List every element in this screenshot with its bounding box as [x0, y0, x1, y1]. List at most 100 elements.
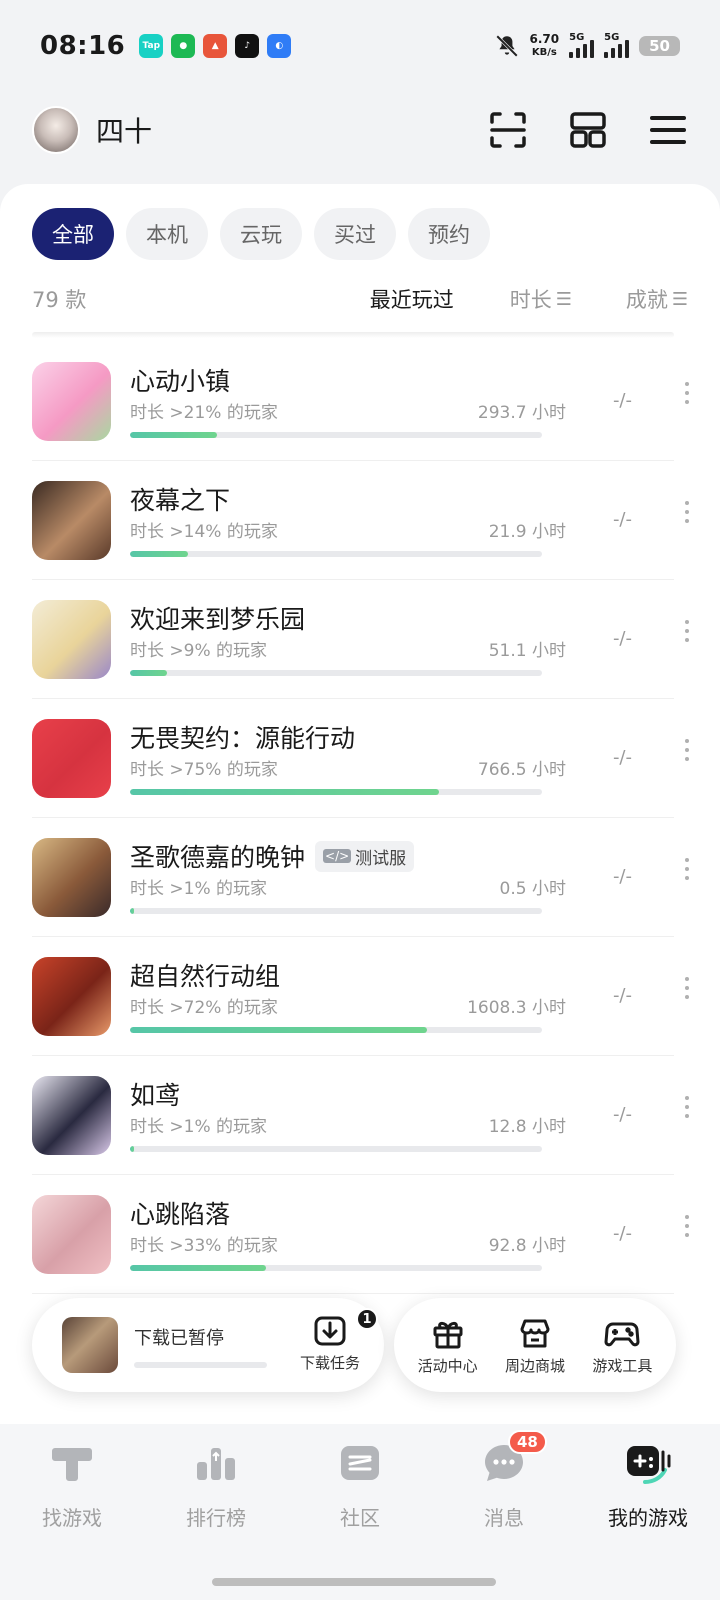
game-icon[interactable] — [32, 1195, 111, 1274]
divider — [32, 332, 674, 338]
game-achievement: -/- — [612, 747, 632, 768]
tiktok-icon: ♪ — [235, 34, 260, 58]
game-row[interactable]: 圣歌德嘉的晚钟 </> 测试服 时长 >1% 的玩家 0.5 小时 -/- — [32, 818, 689, 937]
ranking-icon — [197, 1448, 235, 1480]
game-name: 心跳陷落 — [130, 1200, 231, 1229]
download-icon — [314, 1316, 346, 1346]
game-row[interactable]: 如鸢 时长 >1% 的玩家 12.8 小时 -/- — [32, 1056, 689, 1175]
game-icon[interactable] — [32, 719, 111, 798]
discover-icon — [52, 1448, 92, 1481]
game-progress-fill — [130, 1146, 135, 1152]
battery-indicator: 50 — [639, 36, 680, 56]
nav-ranking[interactable]: 排行榜 — [144, 1424, 288, 1600]
game-percentile: 时长 >9% 的玩家 — [130, 641, 268, 661]
game-progress-fill — [130, 432, 217, 438]
more-options-icon[interactable] — [682, 739, 692, 761]
game-achievement: -/- — [612, 390, 632, 411]
game-name: 无畏契约：源能行动 — [130, 724, 356, 753]
scan-icon[interactable] — [488, 110, 528, 150]
game-progress-fill — [130, 789, 439, 795]
status-app-icons: Tap ● ▲ ♪ ◐ — [139, 34, 292, 58]
code-icon: </> — [323, 849, 352, 863]
game-name-line: 心跳陷落 — [130, 1195, 230, 1231]
game-percentile: 时长 >33% 的玩家 — [130, 1236, 278, 1256]
game-icon[interactable] — [32, 600, 111, 679]
game-hours: 92.8 小时 — [488, 1236, 566, 1256]
game-row[interactable]: 心动小镇 时长 >21% 的玩家 293.7 小时 -/- — [32, 342, 689, 461]
sort-achievement[interactable]: 成就 ☰ — [626, 284, 688, 314]
game-name: 超自然行动组 — [130, 962, 281, 991]
game-name-line: 夜幕之下 — [130, 481, 230, 517]
game-name-line: 如鸢 — [130, 1076, 180, 1112]
gift-icon — [433, 1321, 463, 1348]
more-options-icon[interactable] — [682, 1215, 692, 1237]
signal-icon-2: 5G — [604, 32, 630, 58]
nav-messages[interactable]: 48 消息 — [432, 1424, 576, 1600]
nav-my-games[interactable]: 我的游戏 — [576, 1424, 720, 1600]
game-progress-fill — [130, 1265, 266, 1271]
game-hours: 1608.3 小时 — [467, 998, 566, 1018]
avatar[interactable] — [32, 106, 80, 154]
filter-purchased[interactable]: 买过 — [314, 208, 396, 260]
more-options-icon[interactable] — [682, 1096, 692, 1118]
game-icon[interactable] — [32, 957, 111, 1036]
game-count: 79 款 — [32, 288, 87, 312]
game-hours: 12.8 小时 — [488, 1117, 566, 1137]
game-row[interactable]: 欢迎来到梦乐园 时长 >9% 的玩家 51.1 小时 -/- — [32, 580, 689, 699]
game-percentile: 时长 >21% 的玩家 — [130, 403, 278, 423]
download-tasks-button[interactable]: 1 下载任务 — [290, 1308, 378, 1373]
game-tools-button[interactable]: 游戏工具 — [592, 1315, 652, 1376]
grid-icon[interactable] — [568, 110, 608, 150]
filter-all[interactable]: 全部 — [32, 208, 114, 260]
game-icon[interactable] — [32, 838, 111, 917]
sort-icon: ☰ — [671, 288, 688, 310]
bottom-nav: 找游戏 排行榜 社区 48 消息 我的游戏 — [0, 1424, 720, 1600]
nav-community[interactable]: 社区 — [288, 1424, 432, 1600]
merch-store-button[interactable]: 周边商城 — [505, 1315, 565, 1376]
download-progress — [134, 1362, 267, 1368]
username[interactable]: 四十 — [96, 110, 152, 150]
download-widget[interactable]: 下载已暂停 1 下载任务 — [32, 1298, 384, 1392]
game-progress-fill — [130, 551, 188, 557]
game-name: 如鸢 — [130, 1081, 181, 1110]
game-progress-bar — [130, 432, 542, 438]
status-time: 08:16 — [40, 31, 126, 61]
game-row[interactable]: 夜幕之下 时长 >14% 的玩家 21.9 小时 -/- — [32, 461, 689, 580]
game-row[interactable]: 超自然行动组 时长 >72% 的玩家 1608.3 小时 -/- — [32, 937, 689, 1056]
sort-recent[interactable]: 最近玩过 — [370, 284, 454, 314]
game-row[interactable]: 无畏契约：源能行动 时长 >75% 的玩家 766.5 小时 -/- — [32, 699, 689, 818]
download-status: 下载已暂停 — [134, 1328, 224, 1349]
game-name-line: 圣歌德嘉的晚钟 </> 测试服 — [130, 838, 415, 874]
game-name: 圣歌德嘉的晚钟 — [130, 843, 306, 872]
more-options-icon[interactable] — [682, 858, 692, 880]
game-name: 欢迎来到梦乐园 — [130, 605, 306, 634]
game-progress-bar — [130, 1265, 542, 1271]
more-options-icon[interactable] — [682, 977, 692, 999]
filter-local[interactable]: 本机 — [126, 208, 208, 260]
download-count-badge: 1 — [356, 1308, 378, 1330]
game-row[interactable]: 心跳陷落 时长 >33% 的玩家 92.8 小时 -/- — [32, 1175, 689, 1294]
game-icon[interactable] — [32, 1076, 111, 1155]
sort-duration[interactable]: 时长 ☰ — [510, 284, 572, 314]
more-options-icon[interactable] — [682, 620, 692, 642]
game-achievement: -/- — [612, 509, 632, 530]
game-icon[interactable] — [32, 362, 111, 441]
filter-reserved[interactable]: 预约 — [408, 208, 490, 260]
game-hours: 51.1 小时 — [488, 641, 566, 661]
game-icon[interactable] — [32, 481, 111, 560]
taptap-icon: Tap — [139, 34, 164, 58]
activity-center-button[interactable]: 活动中心 — [418, 1315, 478, 1376]
home-indicator[interactable] — [212, 1578, 496, 1586]
more-options-icon[interactable] — [682, 382, 692, 404]
game-achievement: -/- — [612, 985, 632, 1006]
nav-discover[interactable]: 找游戏 — [0, 1424, 144, 1600]
filter-chips: 全部 本机 云玩 买过 预约 — [32, 208, 490, 260]
game-percentile: 时长 >72% 的玩家 — [130, 998, 278, 1018]
filter-cloud[interactable]: 云玩 — [220, 208, 302, 260]
game-progress-fill — [130, 908, 135, 914]
menu-icon[interactable] — [648, 110, 688, 150]
game-name-line: 欢迎来到梦乐园 — [130, 600, 305, 636]
wechat-icon: ● — [171, 34, 196, 58]
game-name-line: 心动小镇 — [130, 362, 230, 398]
more-options-icon[interactable] — [682, 501, 692, 523]
